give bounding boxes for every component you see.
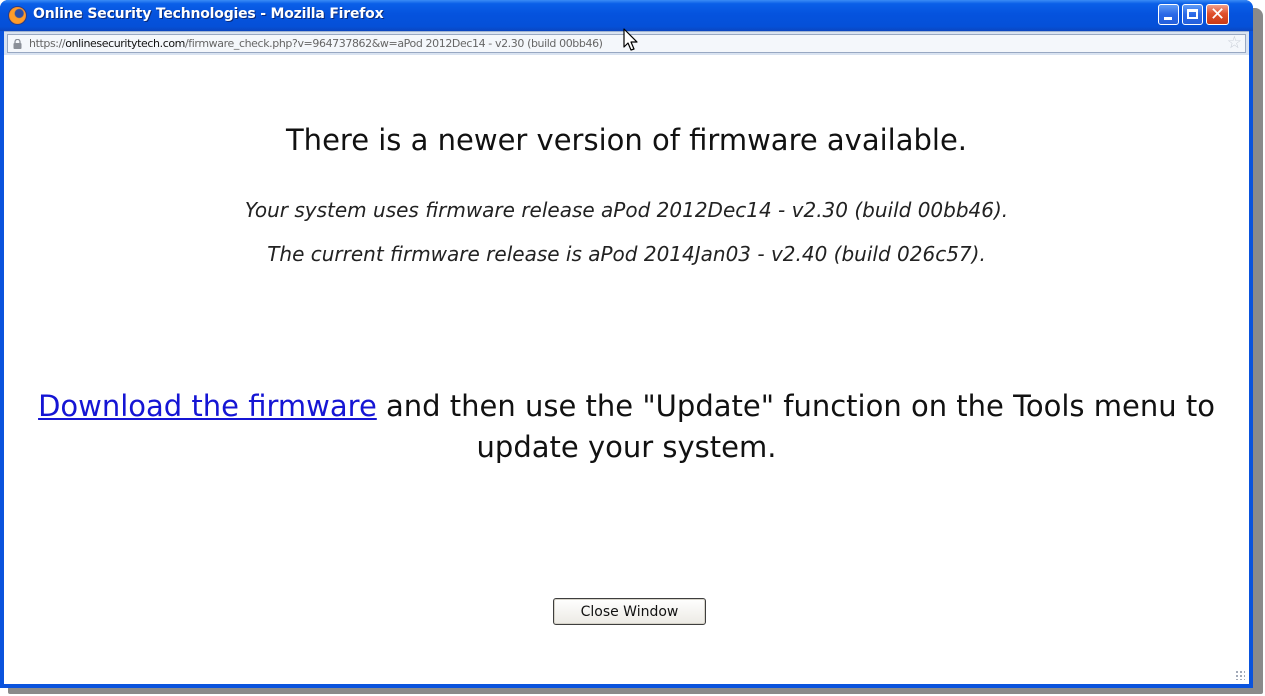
- firefox-icon: [9, 7, 26, 24]
- close-button[interactable]: ✕: [1206, 4, 1229, 25]
- minimize-button[interactable]: [1158, 4, 1179, 25]
- maximize-icon: [1187, 9, 1198, 19]
- url-scheme: https://: [29, 37, 66, 50]
- url-host: onlinesecuritytech.com: [65, 37, 185, 50]
- page-heading: There is a newer version of firmware ava…: [285, 123, 968, 157]
- close-window-button[interactable]: Close Window: [553, 598, 706, 625]
- page-content: There is a newer version of firmware ava…: [4, 55, 1249, 684]
- mouse-cursor-icon: [623, 28, 638, 51]
- minimize-icon: [1164, 17, 1172, 20]
- close-icon: ✕: [1210, 4, 1226, 25]
- latest-firmware-text: The current firmware release is aPod 201…: [267, 242, 986, 266]
- title-bar[interactable]: Online Security Technologies - Mozilla F…: [0, 0, 1253, 31]
- instructions: Download the firmware and then use the "…: [24, 386, 1229, 468]
- window-title: Online Security Technologies - Mozilla F…: [33, 6, 384, 22]
- url-path: /firmware_check.php?v=964737862&w=aPod 2…: [185, 37, 603, 50]
- current-firmware-text: Your system uses firmware release aPod 2…: [244, 198, 1009, 222]
- star-icon[interactable]: ☆: [1227, 35, 1242, 52]
- instructions-text: and then use the "Update" function on th…: [376, 389, 1215, 464]
- url-text: https://onlinesecuritytech.com/firmware_…: [29, 37, 603, 50]
- maximize-button[interactable]: [1182, 4, 1203, 25]
- resize-grip-icon[interactable]: [1235, 670, 1245, 680]
- download-firmware-link[interactable]: Download the firmware: [38, 389, 377, 423]
- lock-icon: [13, 39, 22, 49]
- browser-window: Online Security Technologies - Mozilla F…: [0, 0, 1253, 688]
